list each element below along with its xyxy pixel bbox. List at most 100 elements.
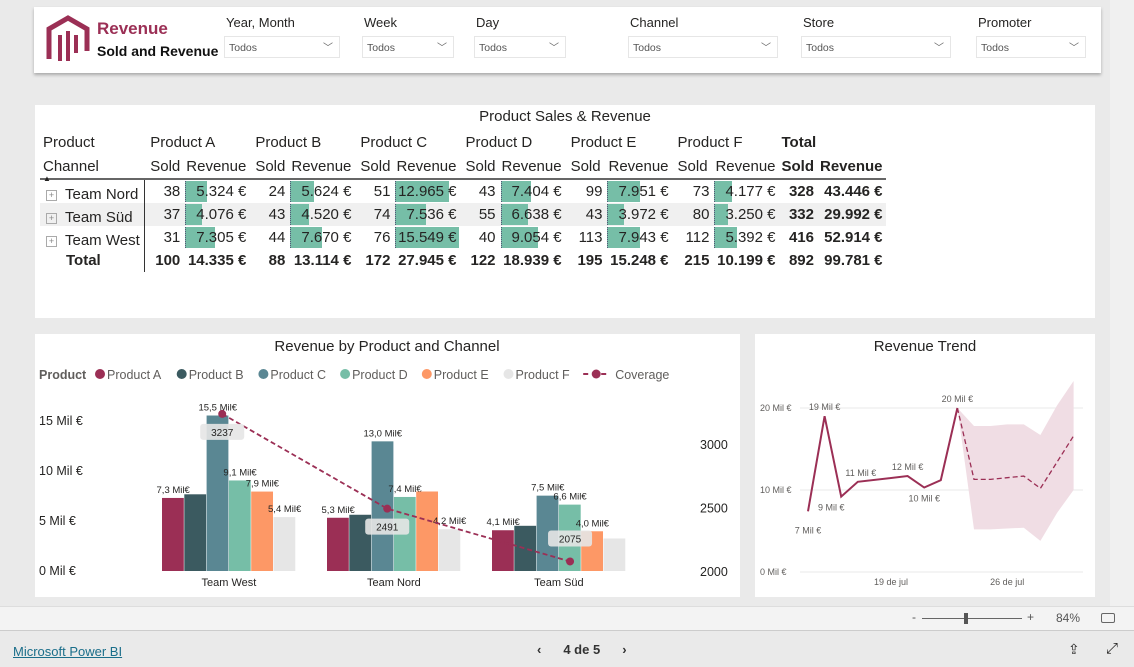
revenue-cell: 4.076 € — [196, 206, 247, 223]
sold-cell: 37 — [144, 203, 184, 226]
column-header-product[interactable]: Product A — [144, 131, 249, 154]
sold-cell: 24 — [268, 183, 286, 200]
chevron-down-icon: ﹀ — [761, 43, 771, 54]
slicer-dropdown[interactable]: Todos ﹀ — [362, 36, 454, 58]
column-header-product[interactable]: Product D — [459, 131, 564, 154]
revenue-cell: 5.324 € — [196, 183, 247, 200]
x-axis-tick: 19 de jul — [874, 577, 908, 587]
slicer-dropdown[interactable]: Todos ﹀ — [224, 36, 340, 58]
legend-item: Coverage — [615, 368, 669, 382]
power-bi-link[interactable]: Microsoft Power BI — [13, 644, 122, 659]
coverage-point — [218, 409, 227, 418]
slicer-label: Store — [803, 15, 835, 30]
legend-marker — [591, 369, 601, 379]
sort-ascending-icon: ▲ — [43, 174, 51, 183]
legend-marker — [421, 369, 432, 379]
revenue-by-product-chart: Revenue by Product and Channel Product Pro… — [35, 334, 740, 597]
slicer-label: Promoter — [978, 15, 1032, 30]
data-label: 5,4 Mil€ — [268, 504, 302, 515]
prev-page-button[interactable]: ‹ — [537, 642, 541, 657]
total-sold-cell: 195 — [577, 252, 603, 269]
row-header-product: Product — [43, 134, 95, 151]
data-label: 15,5 Mil€ — [198, 403, 237, 414]
share-icon[interactable]: ⇪ — [1068, 641, 1080, 658]
column-header-product[interactable]: Product F — [672, 131, 779, 154]
data-label: 7 Mil € — [795, 525, 822, 535]
revenue-header: Revenue — [820, 157, 883, 175]
data-label: 20 Mil € — [942, 394, 974, 404]
status-bar: - + 84% — [0, 606, 1134, 630]
y2-axis-tick: 2000 — [700, 565, 728, 579]
bar-product-a — [327, 517, 349, 571]
vertical-scrollbar[interactable] — [1110, 0, 1134, 606]
building-bars-logo — [46, 15, 90, 61]
revenue-cell: 5.624 € — [301, 183, 352, 200]
data-label: 4,0 Mil€ — [576, 518, 610, 529]
sold-header: Sold — [677, 157, 708, 175]
sold-cell: 99 — [585, 183, 603, 200]
slicer-dropdown[interactable]: Todos ﹀ — [474, 36, 566, 58]
table-row: + Team West 31 7.305 € 44 7.670 € 76 15.549 € 40… — [40, 226, 886, 249]
zoom-level: 84% — [1056, 611, 1081, 625]
slicer-dropdown[interactable]: Todos ﹀ — [976, 36, 1086, 58]
revenue-cell: 5.392 € — [725, 229, 776, 246]
sold-header: Sold — [570, 157, 601, 175]
expand-icon[interactable]: + — [46, 189, 57, 201]
total-revenue-cell: 10.199 € — [717, 252, 776, 269]
channel-name: Team Süd — [65, 209, 133, 226]
column-header-total: Total — [781, 134, 817, 151]
slicer-1: Week Todos ﹀ — [362, 15, 454, 58]
revenue-cell: 6.638 € — [511, 206, 562, 223]
matrix-title: Product Sales & Revenue — [479, 108, 651, 125]
y-axis-tick: 0 Mil € — [39, 564, 76, 578]
next-page-button[interactable]: › — [622, 642, 626, 657]
sold-cell: 38 — [163, 183, 181, 200]
data-label: 5,3 Mil€ — [322, 505, 356, 516]
table-row: + Team Süd 37 4.076 €43 4.520 €74 7.536 €55 6.… — [40, 203, 886, 226]
data-label: 11 Mil € — [845, 468, 876, 478]
column-header-product[interactable]: Product B — [249, 131, 354, 154]
sold-header: Sold — [465, 157, 496, 175]
revenue-header: Revenue — [291, 157, 352, 175]
legend-item: Product A — [107, 368, 162, 382]
slicer-label: Week — [364, 15, 397, 30]
total-label: Total — [40, 249, 145, 272]
slicer-dropdown[interactable]: Todos ﹀ — [801, 36, 951, 58]
forecast-confidence-band — [957, 380, 1074, 541]
total-sold-cell: 215 — [684, 252, 710, 269]
row-header-channel[interactable]: Channel ▲ — [40, 154, 144, 184]
zoom-slider-thumb[interactable] — [964, 613, 968, 624]
revenue-cell: 7.404 € — [511, 183, 562, 200]
expand-icon[interactable]: + — [46, 212, 57, 224]
slicer-value: Todos — [806, 42, 835, 54]
revenue-header: Revenue — [186, 157, 247, 175]
bar-product-b — [184, 494, 207, 571]
data-label: 19 Mil € — [809, 402, 841, 412]
zoom-out-button[interactable]: - — [912, 610, 916, 624]
footer-bar: Microsoft Power BI ‹ 4 de 5 › ⇪ ⤢ — [0, 630, 1134, 667]
sold-cell: 51 — [373, 183, 391, 200]
total-sold-cell: 88 — [268, 252, 286, 269]
fullscreen-icon[interactable]: ⤢ — [1106, 640, 1118, 657]
legend-item: Product E — [434, 368, 489, 382]
slicer-value: Todos — [633, 42, 662, 54]
slicer-3: Channel Todos ﹀ — [628, 15, 778, 58]
slicer-dropdown[interactable]: Todos ﹀ — [628, 36, 778, 58]
x-axis-tick: Team West — [201, 577, 256, 589]
expand-icon[interactable]: + — [46, 235, 57, 247]
zoom-slider[interactable] — [922, 613, 1022, 624]
sold-header: Sold — [255, 157, 286, 175]
column-header-product[interactable]: Product E — [565, 131, 672, 154]
data-label: 4,2 Mil€ — [433, 516, 467, 527]
revenue-header: Revenue — [396, 157, 457, 175]
column-header-product[interactable]: Product C — [354, 131, 459, 154]
total-sold-cell: 122 — [470, 252, 496, 269]
total-revenue-cell: 27.945 € — [398, 252, 457, 269]
fit-to-page-icon[interactable] — [1101, 613, 1115, 623]
chevron-down-icon: ﹀ — [1069, 43, 1079, 54]
zoom-in-button[interactable]: + — [1027, 610, 1034, 624]
sold-cell: 55 — [459, 203, 499, 226]
sold-cell: 112 — [685, 229, 710, 246]
page-indicator: 4 de 5 — [563, 642, 601, 657]
sold-cell: 31 — [163, 229, 181, 246]
